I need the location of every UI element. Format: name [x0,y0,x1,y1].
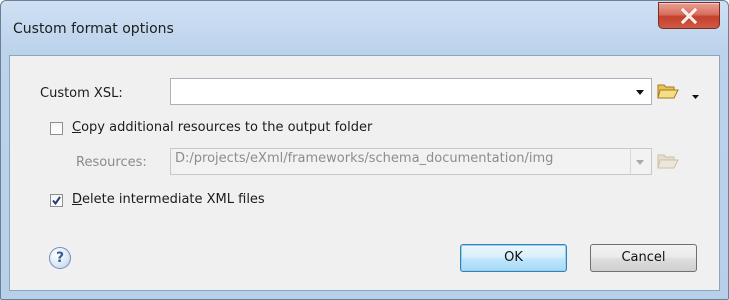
resources-combo[interactable]: D:/projects/eXml/frameworks/schema_docum… [170,148,652,175]
copy-resources-mnemonic: C [72,120,82,135]
resources-chevron-down-icon[interactable] [630,149,649,174]
resources-label: Resources: [76,155,147,170]
dialog-window: Custom format options Custom XSL: Copy a… [0,0,729,300]
custom-xsl-combo[interactable] [170,78,652,105]
delete-intermediate-checkbox[interactable] [50,194,63,207]
custom-xsl-label: Custom XSL: [40,86,123,101]
close-icon [680,8,698,24]
ok-button[interactable]: OK [460,244,567,272]
title-bar[interactable]: Custom format options [1,1,728,55]
copy-resources-label-text: opy additional resources to the output f… [81,120,373,135]
delete-intermediate-mnemonic: D [72,192,83,207]
close-button[interactable] [658,2,720,29]
resources-browse-button[interactable] [657,151,679,171]
cancel-button[interactable]: Cancel [590,244,697,272]
dialog-body: Custom XSL: Copy additional resources to… [9,55,720,291]
help-icon[interactable]: ? [49,247,71,269]
browse-folder-button[interactable] [657,81,679,101]
folder-open-icon [657,84,679,99]
folder-open-disabled-icon [657,154,679,169]
checkmark-icon [52,196,61,206]
delete-intermediate-label: Delete intermediate XML files [72,192,265,207]
resources-value: D:/projects/eXml/frameworks/schema_docum… [175,151,554,166]
browse-menu-chevron-icon[interactable] [691,87,701,99]
delete-intermediate-label-text: elete intermediate XML files [82,192,265,207]
dialog-title: Custom format options [13,21,174,37]
chevron-down-icon[interactable] [631,79,649,104]
copy-resources-checkbox[interactable] [50,122,63,135]
copy-resources-label: Copy additional resources to the output … [72,120,372,135]
